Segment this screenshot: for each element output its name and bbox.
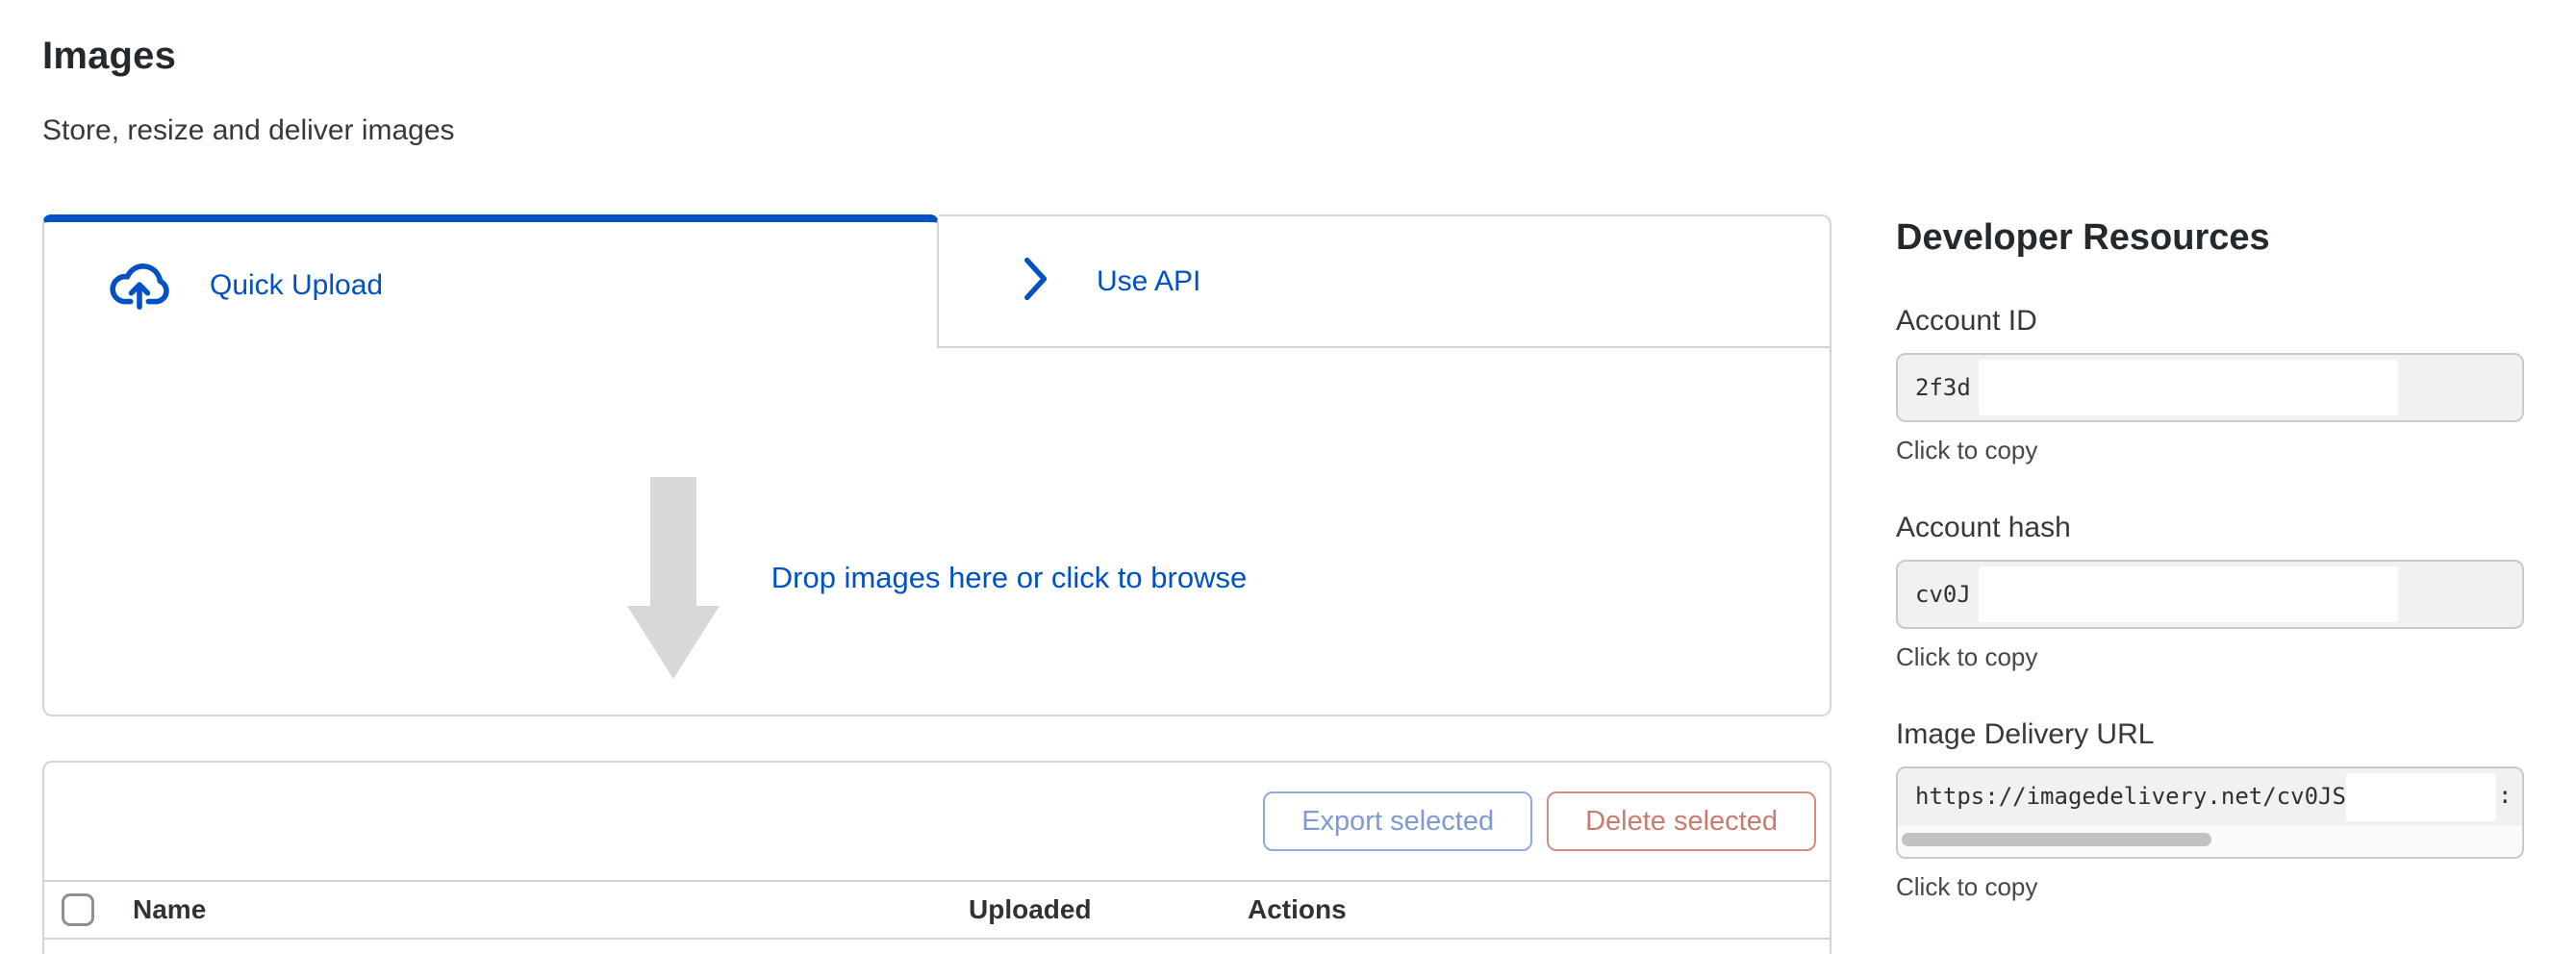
horizontal-scrollbar-thumb[interactable] bbox=[1902, 833, 2211, 846]
account-hash-copy-box[interactable]: cv0J bbox=[1896, 560, 2524, 629]
main-column: Images Store, resize and deliver images … bbox=[42, 0, 1831, 954]
tab-quick-upload-label: Quick Upload bbox=[210, 269, 383, 302]
table-toolbar: Export selected Delete selected bbox=[44, 763, 1830, 880]
cloud-upload-icon bbox=[106, 255, 173, 315]
delete-selected-button[interactable]: Delete selected bbox=[1547, 791, 1816, 851]
image-delivery-url-copy-hint: Click to copy bbox=[1896, 872, 2524, 902]
arrow-down-icon bbox=[627, 477, 720, 679]
account-hash-value: cv0J bbox=[1915, 581, 1971, 608]
image-dropzone[interactable]: Drop images here or click to browse bbox=[42, 348, 1831, 716]
dropzone-content: Drop images here or click to browse bbox=[627, 477, 1247, 679]
developer-resources-title: Developer Resources bbox=[1896, 217, 2524, 259]
page-title: Images bbox=[42, 35, 1831, 78]
account-hash-label: Account hash bbox=[1896, 512, 2524, 544]
page-subtitle: Store, resize and deliver images bbox=[42, 114, 1831, 147]
image-delivery-url-value-tail: : bbox=[2498, 782, 2512, 809]
account-hash-copy-hint: Click to copy bbox=[1896, 642, 2524, 672]
redaction-overlay bbox=[1979, 360, 2398, 415]
developer-resources-panel: Developer Resources Account ID 2f3d Clic… bbox=[1896, 217, 2524, 902]
column-header-actions: Actions bbox=[1248, 894, 1830, 925]
image-delivery-url-field: Image Delivery URL https://imagedelivery… bbox=[1896, 718, 2524, 902]
account-id-label: Account ID bbox=[1896, 305, 2524, 338]
select-all-checkbox[interactable] bbox=[62, 893, 94, 926]
image-delivery-url-value: https://imagedelivery.net/cv0JSj bbox=[1915, 783, 2360, 810]
table-header-row: Name Uploaded Actions bbox=[44, 880, 1830, 940]
account-id-copy-hint: Click to copy bbox=[1896, 436, 2524, 465]
tab-use-api-label: Use API bbox=[1097, 265, 1200, 298]
image-delivery-url-label: Image Delivery URL bbox=[1896, 718, 2524, 751]
column-header-uploaded: Uploaded bbox=[969, 894, 1248, 925]
redaction-overlay bbox=[1979, 566, 2398, 622]
dropzone-label: Drop images here or click to browse bbox=[771, 561, 1247, 595]
tab-quick-upload[interactable]: Quick Upload bbox=[42, 214, 939, 348]
redaction-overlay bbox=[2346, 773, 2496, 821]
images-table-panel: Export selected Delete selected Name Upl… bbox=[42, 761, 1831, 954]
upload-tabbar: Quick Upload Use API bbox=[42, 214, 1831, 348]
tab-use-api[interactable]: Use API bbox=[939, 214, 1831, 348]
chevron-right-icon bbox=[1020, 253, 1052, 310]
export-selected-button[interactable]: Export selected bbox=[1263, 791, 1532, 851]
column-header-name: Name bbox=[133, 894, 969, 925]
horizontal-scrollbar bbox=[1898, 824, 2522, 857]
account-id-field: Account ID 2f3d Click to copy bbox=[1896, 305, 2524, 465]
image-delivery-url-copy-box[interactable]: https://imagedelivery.net/cv0JSj : bbox=[1896, 766, 2524, 859]
account-hash-field: Account hash cv0J Click to copy bbox=[1896, 512, 2524, 672]
account-id-copy-box[interactable]: 2f3d bbox=[1896, 353, 2524, 422]
account-id-value: 2f3d bbox=[1915, 374, 1971, 401]
